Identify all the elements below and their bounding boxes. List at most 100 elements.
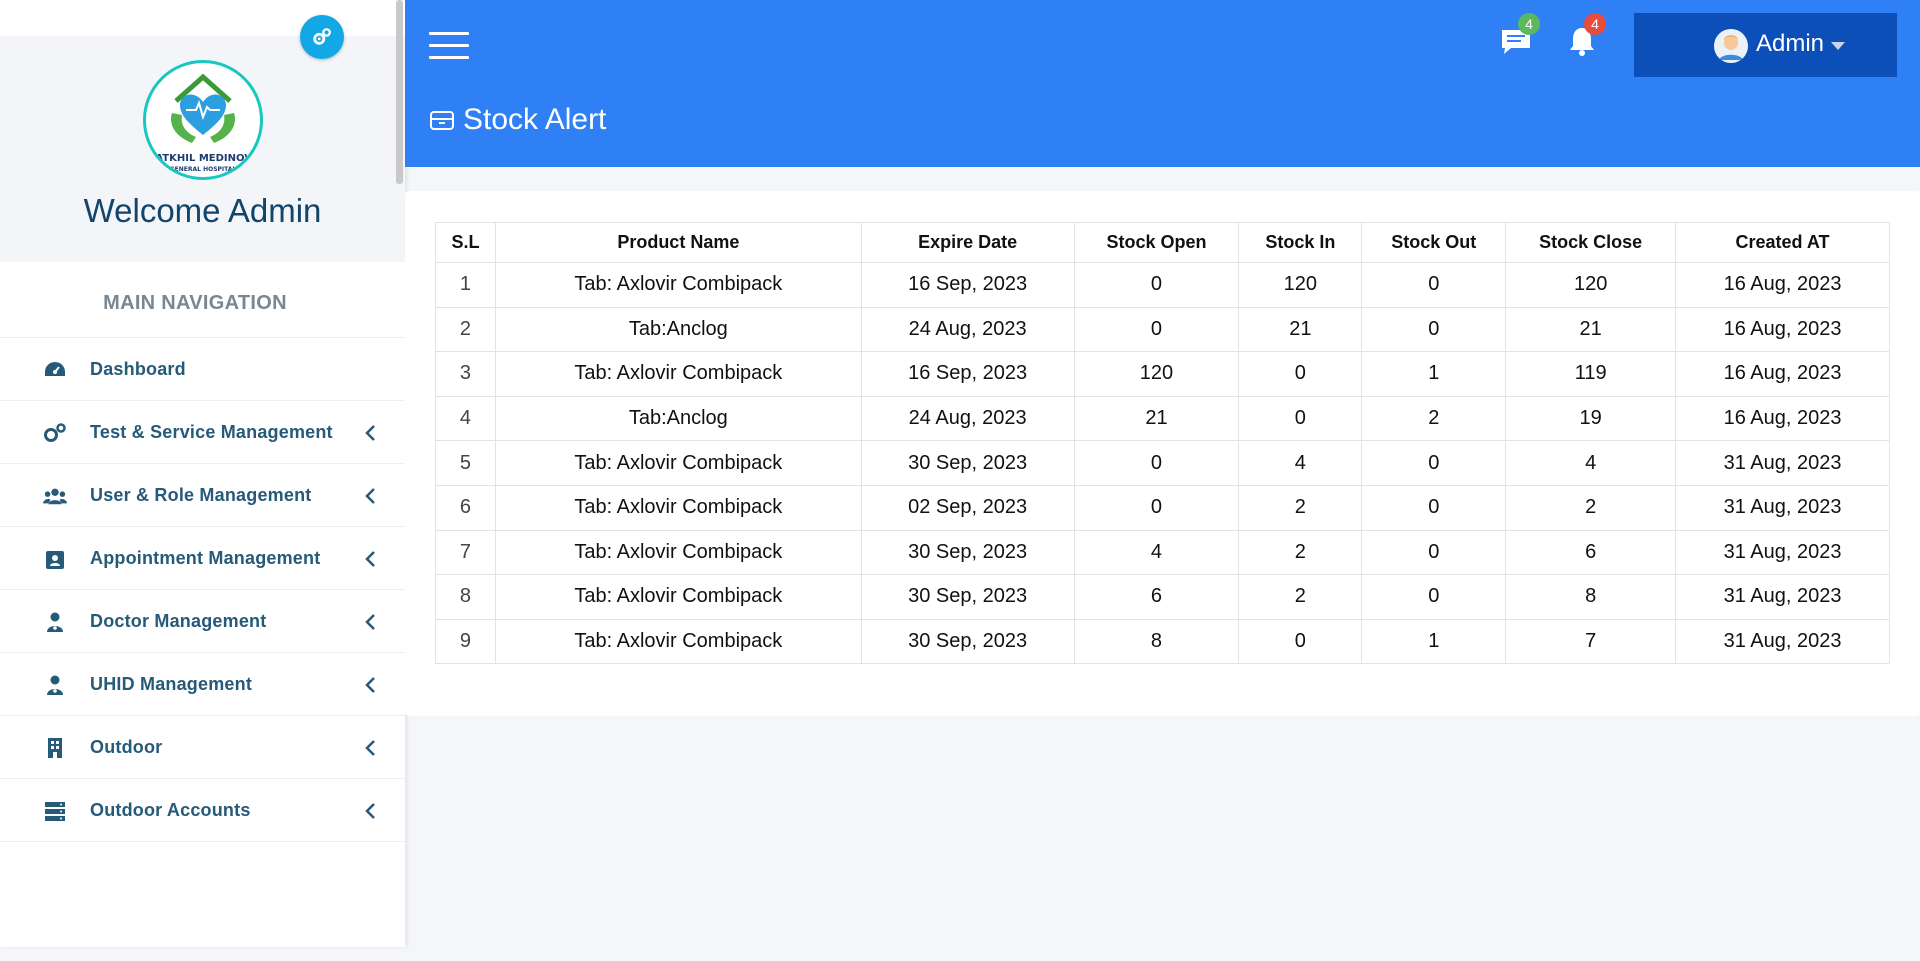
table-row: 9 Tab: Axlovir Combipack 30 Sep, 2023 8 0 1 7 3… bbox=[435, 618, 1890, 665]
sidebar-item-user-role[interactable]: User & Role Management bbox=[0, 463, 405, 527]
column-header: Stock Out bbox=[1361, 222, 1507, 263]
users-icon bbox=[43, 484, 67, 508]
table-cell: 0 bbox=[1361, 306, 1507, 353]
sidebar-scrollbar[interactable] bbox=[396, 0, 403, 184]
doctor-icon bbox=[43, 673, 67, 697]
sidebar-item-outdoor-accounts[interactable]: Outdoor Accounts bbox=[0, 778, 405, 842]
dashboard-icon bbox=[43, 358, 67, 382]
table-row: 1 Tab: Axlovir Combipack 16 Sep, 2023 0 120 0… bbox=[435, 262, 1890, 308]
chevron-left-icon bbox=[365, 740, 375, 756]
sidebar-item-label: Appointment Management bbox=[90, 547, 321, 568]
user-avatar-icon bbox=[1714, 29, 1748, 63]
sidebar-item-uhid[interactable]: UHID Management bbox=[0, 652, 405, 716]
notifications-button[interactable]: 4 bbox=[1565, 13, 1606, 58]
table-row: 6 Tab: Axlovir Combipack 02 Sep, 2023 0 2 0 2 3… bbox=[435, 484, 1890, 531]
gears-icon bbox=[43, 421, 67, 445]
table-row: 2 Tab:Anclog 24 Aug, 2023 0 21 0 21 16 Aug, 202… bbox=[435, 306, 1890, 353]
table-cell: 120 bbox=[1238, 262, 1363, 308]
table-cell: 31 Aug, 2023 bbox=[1675, 529, 1890, 576]
sidebar-item-test-service[interactable]: Test & Service Management bbox=[0, 400, 405, 464]
column-header: S.L bbox=[435, 222, 496, 263]
nav-header: MAIN NAVIGATION bbox=[103, 292, 287, 314]
sidebar-item-label: Dashboard bbox=[90, 358, 186, 379]
table-cell: 7 bbox=[435, 529, 496, 576]
table-cell: 0 bbox=[1073, 262, 1240, 308]
column-header: Expire Date bbox=[860, 222, 1075, 263]
table-cell: 2 bbox=[1505, 484, 1677, 531]
chevron-left-icon bbox=[365, 614, 375, 630]
table-cell: 16 Sep, 2023 bbox=[860, 351, 1075, 397]
table-cell: 21 bbox=[1505, 306, 1677, 353]
table-cell: Tab: Axlovir Combipack bbox=[494, 351, 862, 397]
sidebar-item-label: Test & Service Management bbox=[90, 421, 333, 442]
messages-badge: 4 bbox=[1518, 13, 1540, 35]
table-cell: 7 bbox=[1505, 618, 1677, 665]
table-cell: 31 Aug, 2023 bbox=[1675, 574, 1890, 620]
table-cell: Tab: Axlovir Combipack bbox=[494, 529, 862, 576]
column-header: Stock Open bbox=[1073, 222, 1240, 263]
chevron-left-icon bbox=[365, 488, 375, 504]
welcome-text: Welcome Admin bbox=[83, 192, 322, 229]
table-cell: 2 bbox=[1238, 574, 1363, 620]
table-cell: 19 bbox=[1505, 395, 1677, 442]
table-cell: 30 Sep, 2023 bbox=[860, 618, 1075, 665]
table-cell: 4 bbox=[1505, 440, 1677, 486]
table-cell: 6 bbox=[1073, 574, 1240, 620]
chevron-left-icon bbox=[365, 551, 375, 567]
user-name: Admin bbox=[1756, 30, 1825, 57]
sidebar-item-dashboard[interactable]: Dashboard bbox=[0, 337, 405, 401]
user-menu-button[interactable]: Admin bbox=[1634, 13, 1897, 77]
column-header: Created AT bbox=[1675, 222, 1890, 263]
table-cell: 30 Sep, 2023 bbox=[860, 529, 1075, 576]
table-cell: 21 bbox=[1238, 306, 1363, 353]
table-cell: Tab: Axlovir Combipack bbox=[494, 440, 862, 486]
page-title: Stock Alert bbox=[463, 103, 607, 136]
table-cell: 2 bbox=[435, 306, 496, 353]
table-cell: 16 Aug, 2023 bbox=[1675, 351, 1890, 397]
hamburger-bar bbox=[429, 44, 469, 47]
table-cell: 0 bbox=[1361, 440, 1507, 486]
sidebar-item-appointment[interactable]: Appointment Management bbox=[0, 526, 405, 590]
table-header-row: S.L Product Name Expire Date Stock Open … bbox=[435, 222, 1890, 263]
table-cell: 6 bbox=[1505, 529, 1677, 576]
hospital-logo: HATKHIL MEDINOVA GENERAL HOSPITAL bbox=[143, 60, 263, 180]
archive-box-icon bbox=[430, 111, 454, 130]
main-navigation: Dashboard Test & Service Management User… bbox=[0, 337, 405, 842]
logo-top-text: HATKHIL MEDINOVA bbox=[146, 153, 260, 164]
content-card: S.L Product Name Expire Date Stock Open … bbox=[405, 191, 1920, 716]
sidebar-item-label: Outdoor Accounts bbox=[90, 799, 251, 820]
table-cell: 120 bbox=[1505, 262, 1677, 308]
table-cell: 1 bbox=[1361, 618, 1507, 665]
table-cell: Tab: Axlovir Combipack bbox=[494, 262, 862, 308]
table-cell: 0 bbox=[1238, 351, 1363, 397]
table-cell: 4 bbox=[1238, 440, 1363, 486]
table-cell: 4 bbox=[1073, 529, 1240, 576]
table-row: 7 Tab: Axlovir Combipack 30 Sep, 2023 4 2 0 6 3… bbox=[435, 529, 1890, 576]
messages-button[interactable]: 4 bbox=[1499, 13, 1540, 58]
sidebar: HATKHIL MEDINOVA GENERAL HOSPITAL Welcom… bbox=[0, 0, 405, 947]
menu-toggle-button[interactable] bbox=[429, 32, 469, 60]
sidebar-item-label: Doctor Management bbox=[90, 610, 267, 631]
table-cell: Tab: Axlovir Combipack bbox=[494, 484, 862, 531]
sidebar-item-outdoor[interactable]: Outdoor bbox=[0, 715, 405, 779]
stock-alert-table: S.L Product Name Expire Date Stock Open … bbox=[435, 222, 1890, 665]
doctor-icon bbox=[43, 610, 67, 634]
settings-button[interactable] bbox=[300, 15, 344, 59]
table-cell: 0 bbox=[1073, 306, 1240, 353]
sidebar-item-doctor[interactable]: Doctor Management bbox=[0, 589, 405, 653]
table-cell: 4 bbox=[435, 395, 496, 442]
table-cell: Tab: Axlovir Combipack bbox=[494, 574, 862, 620]
table-cell: Tab: Axlovir Combipack bbox=[494, 618, 862, 665]
table-cell: 16 Aug, 2023 bbox=[1675, 306, 1890, 353]
table-cell: 16 Aug, 2023 bbox=[1675, 395, 1890, 442]
notifications-badge: 4 bbox=[1584, 13, 1606, 35]
logo-bottom-text: GENERAL HOSPITAL bbox=[169, 166, 237, 173]
avatar bbox=[1714, 29, 1748, 63]
table-cell: 24 Aug, 2023 bbox=[860, 395, 1075, 442]
sidebar-item-label: UHID Management bbox=[90, 673, 253, 694]
table-cell: 0 bbox=[1361, 262, 1507, 308]
table-cell: 3 bbox=[435, 351, 496, 397]
table-row: 3 Tab: Axlovir Combipack 16 Sep, 2023 120 0 1… bbox=[435, 351, 1890, 397]
top-header: 4 4 Admin Stock Alert bbox=[405, 0, 1920, 167]
column-header: Stock In bbox=[1238, 222, 1363, 263]
